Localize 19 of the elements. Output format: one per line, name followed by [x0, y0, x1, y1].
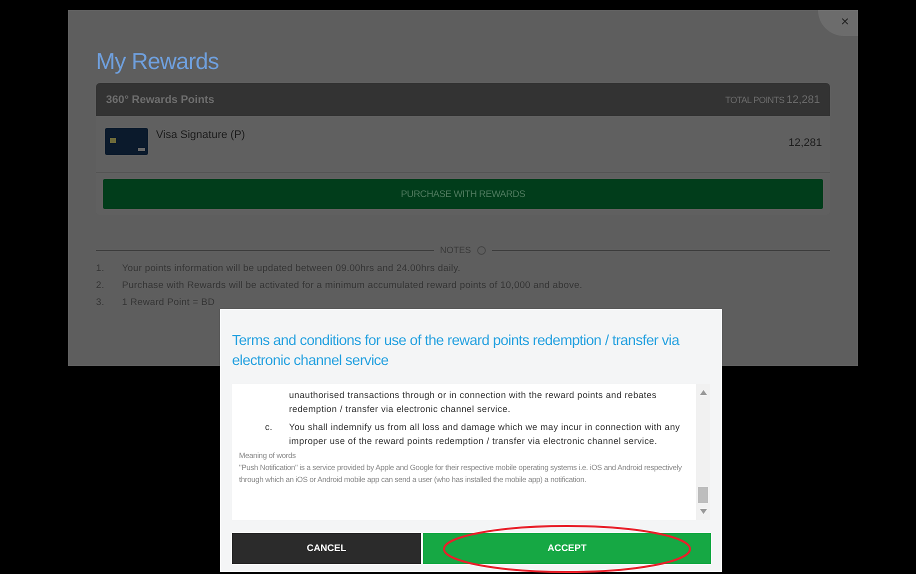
- card-points: 12,281: [788, 137, 822, 149]
- total-points-label: TOTAL POINTS: [725, 94, 784, 104]
- accept-button[interactable]: ACCEPT: [423, 533, 711, 564]
- card-name: Visa Signature (P): [156, 129, 246, 141]
- scrollbar[interactable]: [696, 384, 710, 520]
- terms-text: You shall indemnify us from all loss and damage which we may incur in connection with any improper use of the reward points redemption / transfer via electronic channel service.: [289, 421, 682, 448]
- purchase-button[interactable]: PURCHASE WITH REWARDS: [103, 179, 823, 209]
- page-title: My Rewards: [96, 48, 220, 75]
- rewards-label: 360° Rewards Points: [106, 94, 214, 106]
- total-points-value: 12,281: [786, 94, 820, 106]
- cancel-button[interactable]: CANCEL: [232, 533, 421, 564]
- terms-text: unauthorised transactions through or in connection with the reward points and rebates redemption / transfer via electronic channel service.: [288, 389, 658, 416]
- scroll-up-icon[interactable]: [700, 390, 706, 395]
- dialog-title: Terms and conditions for use of the reward points redemption / transfer via electronic channel service: [232, 332, 680, 371]
- list-marker: c.: [265, 421, 274, 434]
- scroll-down-icon[interactable]: [700, 509, 706, 514]
- credit-card-icon: [105, 128, 148, 155]
- scroll-thumb[interactable]: [698, 487, 708, 503]
- close-button[interactable]: ×: [818, 10, 858, 36]
